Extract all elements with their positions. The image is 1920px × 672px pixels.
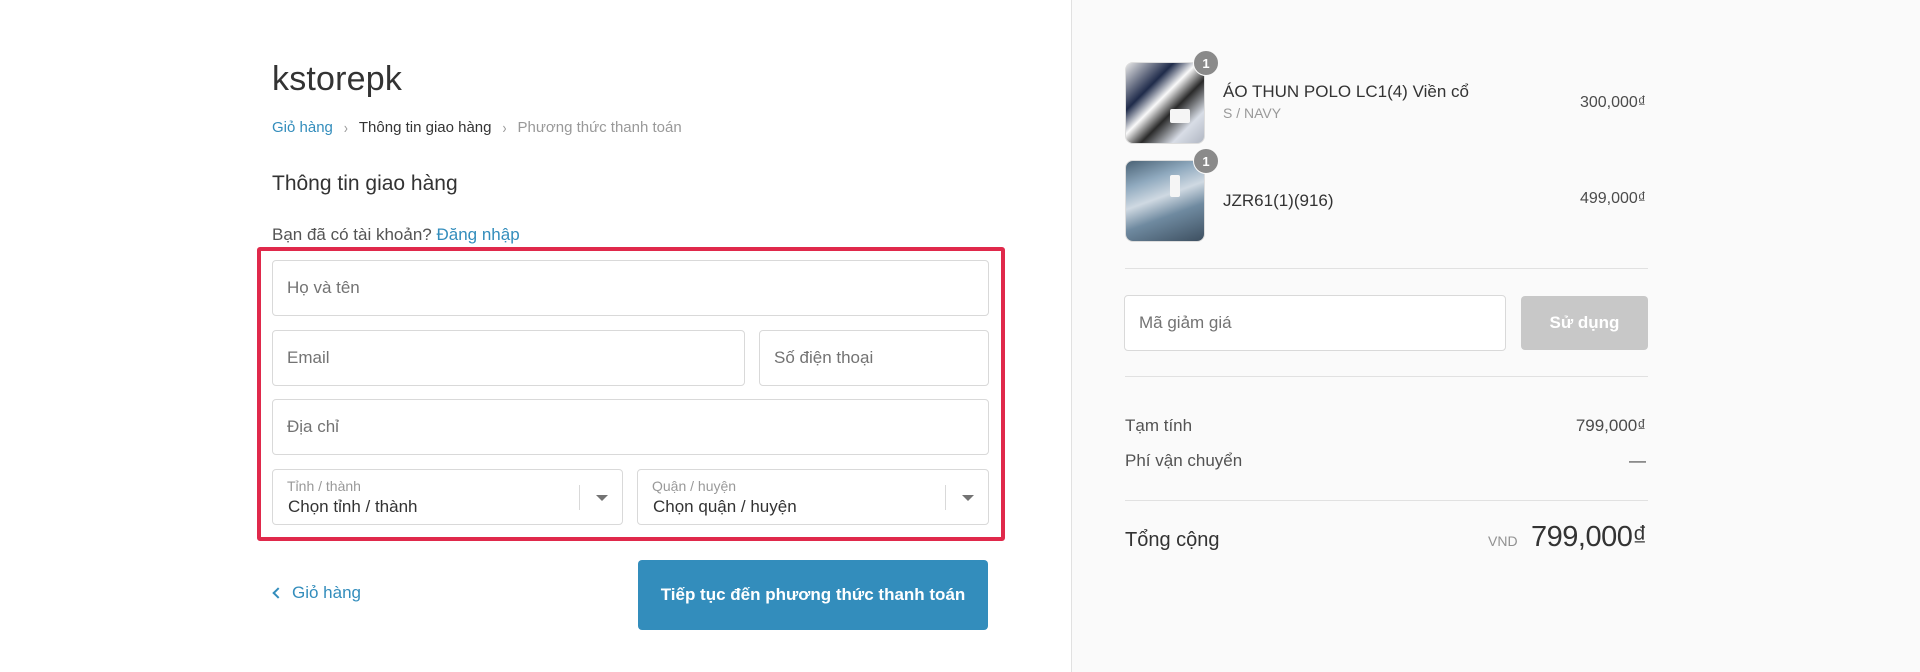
product-price: 300,000₫ bbox=[1579, 94, 1646, 111]
product-name: JZR61(1)(916) bbox=[1223, 191, 1334, 210]
full-name-input[interactable] bbox=[273, 261, 988, 315]
shipping-row: Phí vận chuyển — bbox=[1125, 451, 1648, 475]
product-variant: S / NAVY bbox=[1223, 105, 1282, 121]
total-label: Tổng cộng bbox=[1125, 529, 1220, 551]
province-select-value: Chọn tỉnh / thành bbox=[288, 497, 418, 516]
quantity-badge: 1 bbox=[1193, 148, 1219, 174]
address-input[interactable] bbox=[273, 400, 988, 454]
chevron-left-icon bbox=[272, 587, 284, 599]
cart-item: 1 ÁO THUN POLO LC1(4) Viền cổ S / NAVY 3… bbox=[1125, 50, 1648, 144]
caret-down-icon bbox=[596, 495, 608, 501]
store-name[interactable]: kstorepk bbox=[272, 60, 402, 99]
district-select-value: Chọn quận / huyện bbox=[653, 497, 797, 516]
product-thumbnail bbox=[1125, 62, 1205, 144]
breadcrumb-cart[interactable]: Giỏ hàng bbox=[272, 119, 333, 136]
full-name-field[interactable] bbox=[272, 260, 989, 316]
account-prompt: Bạn đã có tài khoản? Đăng nhập bbox=[272, 225, 520, 245]
email-field[interactable] bbox=[272, 330, 745, 386]
subtotal-value: 799,000₫ bbox=[1575, 416, 1646, 435]
summary-divider bbox=[1125, 376, 1648, 377]
quantity-badge: 1 bbox=[1193, 50, 1219, 76]
subtotal-row: Tạm tính 799,000₫ bbox=[1125, 416, 1648, 440]
discount-code-input[interactable] bbox=[1125, 296, 1505, 350]
login-link[interactable]: Đăng nhập bbox=[436, 225, 519, 244]
total-amount: 799,000₫ bbox=[1531, 521, 1647, 553]
cart-item: 1 JZR61(1)(916) 499,000₫ bbox=[1125, 148, 1648, 242]
province-select-label: Tỉnh / thành bbox=[287, 478, 361, 494]
address-field[interactable] bbox=[272, 399, 989, 455]
phone-input[interactable] bbox=[760, 331, 988, 385]
product-image-detail bbox=[1170, 175, 1180, 197]
caret-down-icon bbox=[962, 495, 974, 501]
discount-code-field[interactable] bbox=[1124, 295, 1506, 351]
breadcrumb-shipping-info: Thông tin giao hàng bbox=[358, 119, 492, 136]
district-select-label: Quận / huyện bbox=[652, 478, 737, 494]
select-divider bbox=[579, 485, 580, 510]
breadcrumb: Giỏ hàng › Thông tin giao hàng › Phương … bbox=[272, 118, 682, 137]
breadcrumb-separator-icon: › bbox=[502, 118, 507, 137]
breadcrumb-payment-method: Phương thức thanh toán bbox=[517, 119, 682, 136]
total-currency: VND bbox=[1488, 533, 1518, 549]
district-select[interactable]: Quận / huyện Chọn quận / huyện bbox=[637, 469, 989, 525]
checkout-main: kstorepk Giỏ hàng › Thông tin giao hàng … bbox=[0, 0, 1071, 672]
product-image-detail bbox=[1170, 109, 1190, 123]
account-prompt-text: Bạn đã có tài khoản? bbox=[272, 225, 432, 244]
subtotal-label: Tạm tính bbox=[1125, 416, 1193, 435]
select-divider bbox=[945, 485, 946, 510]
apply-discount-button[interactable]: Sử dụng bbox=[1521, 296, 1648, 350]
product-thumbnail bbox=[1125, 160, 1205, 242]
product-name: ÁO THUN POLO LC1(4) Viền cổ bbox=[1223, 82, 1469, 101]
continue-to-payment-button[interactable]: Tiếp tục đến phương thức thanh toán bbox=[638, 560, 988, 630]
back-to-cart-label: Giỏ hàng bbox=[292, 583, 361, 602]
shipping-label: Phí vận chuyển bbox=[1125, 451, 1243, 470]
phone-field[interactable] bbox=[759, 330, 989, 386]
product-price: 499,000₫ bbox=[1579, 190, 1646, 207]
section-title: Thông tin giao hàng bbox=[272, 172, 458, 195]
shipping-value: — bbox=[1629, 451, 1646, 470]
province-select[interactable]: Tỉnh / thành Chọn tỉnh / thành bbox=[272, 469, 623, 525]
breadcrumb-separator-icon: › bbox=[343, 118, 348, 137]
back-to-cart-link[interactable]: Giỏ hàng bbox=[271, 583, 361, 603]
summary-divider bbox=[1125, 500, 1648, 501]
email-input[interactable] bbox=[273, 331, 744, 385]
summary-divider bbox=[1125, 268, 1648, 269]
